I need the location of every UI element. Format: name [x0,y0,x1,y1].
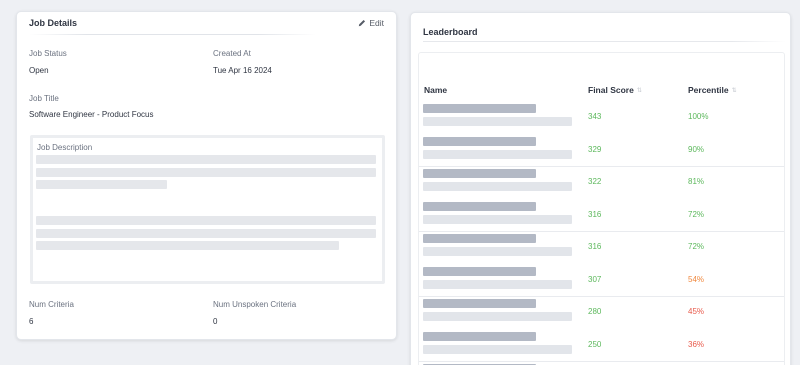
percentile: 90% [688,144,705,154]
divider [29,34,316,35]
table-row[interactable]: 322 81% [419,167,784,200]
description-placeholder-line [36,180,167,189]
job-description-label: Job Description [37,143,93,152]
edit-button[interactable]: Edit [358,18,384,28]
sort-icon[interactable]: ⇅ [732,87,737,94]
job-status-label: Job Status [29,49,67,58]
candidate-subtitle-placeholder [423,182,572,191]
table-row[interactable]: 329 90% [419,135,784,168]
candidate-subtitle-placeholder [423,149,572,159]
final-score: 316 [588,209,602,219]
table-row[interactable]: 343 100% [419,102,784,135]
pencil-icon [359,19,366,27]
created-at-value: Tue Apr 16 2024 [213,66,272,75]
sort-icon[interactable]: ⇅ [637,87,642,94]
table-row[interactable]: 316 72% [419,200,784,233]
created-at-label: Created At [213,49,251,58]
column-header-final-score[interactable]: Final Score ⇅ [588,85,642,95]
percentile: 54% [688,274,705,284]
description-placeholder-line [36,229,376,238]
job-status-value: Open [29,66,49,75]
candidate-name-placeholder [423,331,536,341]
candidate-subtitle-placeholder [423,279,572,289]
candidate-name-placeholder [423,201,536,211]
percentile: 36% [688,339,705,349]
job-description-box: Job Description [30,135,385,284]
leaderboard-title: Leaderboard [423,27,478,37]
candidate-subtitle-placeholder [423,312,572,321]
job-title-value: Software Engineer - Product Focus [29,110,154,119]
percentile: 45% [688,307,705,316]
num-criteria-label: Num Criteria [29,300,74,309]
final-score: 322 [588,177,602,186]
final-score: 280 [588,307,602,316]
job-details-title: Job Details [29,18,78,28]
candidate-name-placeholder [423,136,536,146]
leaderboard-table: Name Final Score ⇅ Percentile ⇅ 343 100% 3… [418,52,785,365]
candidate-subtitle-placeholder [423,247,572,256]
description-placeholder-line [36,168,376,177]
candidate-name-placeholder [423,299,536,308]
divider [423,41,786,42]
final-score: 316 [588,242,602,251]
candidate-subtitle-placeholder [423,214,572,224]
table-row[interactable]: 316 72% [419,232,784,265]
candidate-name-placeholder [423,266,536,276]
job-details-card: Job Details Edit Job Status Open Created… [16,11,397,340]
table-row[interactable]: 280 45% [419,297,784,330]
percentile: 72% [688,242,705,251]
job-title-label: Job Title [29,94,59,103]
table-row[interactable]: 250 36% [419,330,784,363]
final-score: 307 [588,274,602,284]
leaderboard-card: Leaderboard Name Final Score ⇅ Percentil… [410,12,791,365]
candidate-subtitle-placeholder [423,117,572,126]
num-unspoken-criteria-value: 0 [213,317,218,326]
table-row[interactable]: 307 54% [419,265,784,298]
description-placeholder-line [36,241,339,250]
percentile: 81% [688,177,705,186]
final-score: 329 [588,144,602,154]
edit-label: Edit [369,18,384,28]
row-divider [419,361,784,362]
candidate-name-placeholder [423,169,536,178]
column-header-percentile[interactable]: Percentile ⇅ [688,85,737,95]
column-header-name[interactable]: Name [424,85,447,95]
candidate-name-placeholder [423,104,536,113]
description-placeholder-line [36,216,376,225]
num-criteria-value: 6 [29,317,34,326]
candidate-name-placeholder [423,234,536,243]
final-score: 343 [588,112,602,121]
final-score: 250 [588,339,602,349]
candidate-subtitle-placeholder [423,344,572,354]
percentile: 72% [688,209,705,219]
num-unspoken-criteria-label: Num Unspoken Criteria [213,300,297,309]
description-placeholder-line [36,155,376,164]
percentile: 100% [688,112,709,121]
